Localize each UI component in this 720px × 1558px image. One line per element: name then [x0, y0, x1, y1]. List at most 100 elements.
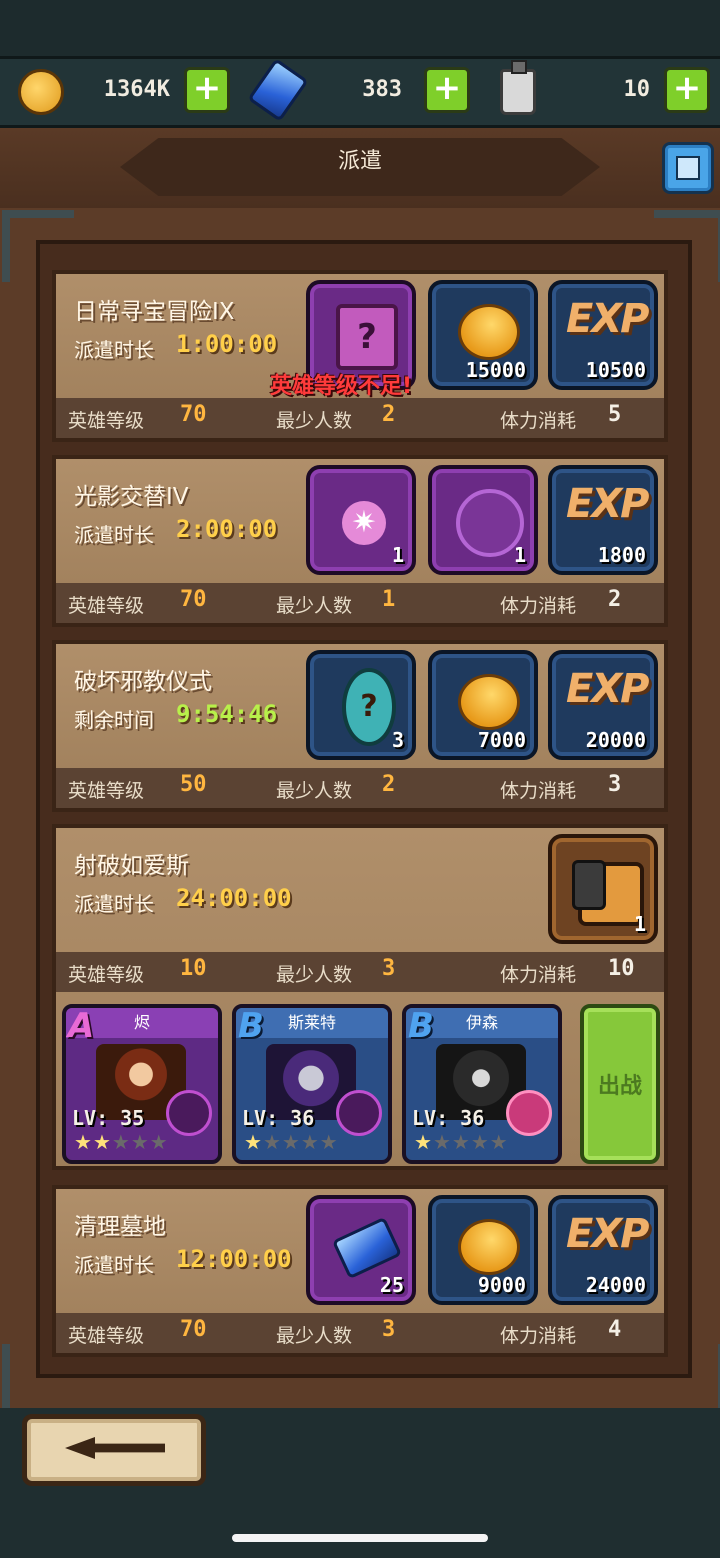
mission-stats: 英雄等级 70 最少人数 3 体力消耗 4	[56, 1313, 664, 1353]
mission-card[interactable]: 日常寻宝冒险IX 派遣时长 1:00:00 ? 15000 EXP 10500 …	[52, 270, 668, 442]
home-indicator[interactable]	[232, 1534, 488, 1542]
top-bar: 1364K + 383 + 10 +	[0, 0, 720, 128]
stamina-value: 5	[608, 402, 622, 427]
stamina-label: 体力消耗	[500, 1325, 577, 1347]
dispatch-button[interactable]: 出战	[580, 1004, 660, 1164]
duration-value: 2:00:00	[176, 515, 278, 543]
stamina-value: 10	[608, 956, 635, 981]
blue-gem-icon	[331, 1216, 403, 1280]
add-gems-button[interactable]: +	[424, 67, 470, 113]
hero-level-label: 英雄等级	[68, 1325, 145, 1347]
gold-counter: 1364K	[60, 65, 180, 119]
star-empty-icon: ★	[489, 1130, 509, 1154]
stamina-value: 4	[608, 1317, 622, 1342]
hero-card[interactable]: 烬 A LV: 35 ★★★★★	[62, 1004, 222, 1164]
min-people-value: 1	[382, 587, 396, 612]
gold-coin-icon	[458, 674, 520, 730]
hero-card[interactable]: 伊森 B LV: 36 ★★★★★	[402, 1004, 562, 1164]
mission-name: 光影交替IV	[74, 484, 189, 510]
mission-stats: 英雄等级 70 最少人数 1 体力消耗 2	[56, 583, 664, 623]
stamina-label: 体力消耗	[500, 595, 577, 617]
hero-card[interactable]: 斯莱特 B LV: 36 ★★★★★	[232, 1004, 392, 1164]
mission-card[interactable]: 破坏邪教仪式 剩余时间 9:54:46 ? 3 7000 EXP 20000 英…	[52, 640, 668, 812]
resource-strip: 1364K + 383 + 10 +	[0, 56, 720, 128]
mission-stats: 英雄等级 10 最少人数 3 体力消耗 10	[56, 952, 664, 992]
title-header: 派遣	[0, 128, 720, 208]
hero-rank: B	[238, 1006, 264, 1046]
gold-coin-icon	[18, 69, 64, 115]
min-people-value: 2	[382, 772, 396, 797]
reward-slot[interactable]: 7000	[428, 650, 538, 760]
stamina-value: 3	[608, 772, 622, 797]
hero-level-label: 英雄等级	[68, 410, 145, 432]
hero-level-label: 英雄等级	[68, 964, 145, 986]
reward-count: 24000	[585, 1273, 646, 1297]
star-empty-icon: ★	[432, 1130, 452, 1154]
duration-label: 派遣时长	[74, 892, 154, 916]
back-button[interactable]	[22, 1414, 206, 1486]
duration-label: 派遣时长	[74, 523, 154, 547]
hero-rank: A	[68, 1006, 95, 1046]
star-full-icon: ★	[92, 1130, 112, 1154]
mission-card[interactable]: 光影交替IV 派遣时长 2:00:00 ✷ 1 1 EXP 1800 英雄等级 …	[52, 455, 668, 627]
stamina-label: 体力消耗	[500, 410, 577, 432]
exp-icon: EXP	[566, 296, 649, 342]
gold-value: 1364K	[103, 77, 170, 102]
min-people-label: 最少人数	[276, 780, 353, 802]
duration-value: 24:00:00	[176, 884, 292, 912]
duration-label: 剩余时间	[74, 708, 154, 732]
reward-count: 15000	[465, 358, 526, 382]
mission-card-expanded[interactable]: 射破如爱斯 派遣时长 24:00:00 1 英雄等级 10 最少人数 3 体力消…	[52, 824, 668, 1170]
target-class-icon	[506, 1090, 552, 1136]
reward-slot[interactable]: 15000	[428, 280, 538, 390]
add-gold-button[interactable]: +	[184, 67, 230, 113]
level-warning: 英雄等级不足!	[270, 374, 413, 399]
mission-name: 清理墓地	[74, 1214, 166, 1240]
min-people-value: 2	[382, 402, 396, 427]
mission-name: 射破如爱斯	[74, 853, 189, 879]
hero-level: LV: 36	[242, 1106, 315, 1130]
info-button[interactable]	[662, 142, 714, 194]
hero-level-value: 70	[180, 1317, 207, 1342]
min-people-label: 最少人数	[276, 964, 353, 986]
mission-name: 日常寻宝冒险IX	[74, 299, 235, 325]
star-full-icon: ★	[244, 1130, 263, 1154]
mission-card[interactable]: 清理墓地 派遣时长 12:00:00 25 9000 EXP 24000 英雄等…	[52, 1185, 668, 1357]
star-empty-icon: ★	[149, 1130, 169, 1154]
reward-slot[interactable]: 25	[306, 1195, 416, 1305]
reward-slot[interactable]: ✷ 1	[306, 465, 416, 575]
add-potion-button[interactable]: +	[664, 67, 710, 113]
exp-icon: EXP	[566, 1211, 649, 1257]
reward-slot[interactable]: 9000	[428, 1195, 538, 1305]
reward-slot[interactable]: 1	[548, 834, 658, 944]
hero-level-value: 50	[180, 772, 207, 797]
duration-value: 12:00:00	[176, 1245, 292, 1273]
min-people-value: 3	[382, 1317, 396, 1342]
reward-slot[interactable]: EXP 20000	[548, 650, 658, 760]
min-people-value: 3	[382, 956, 396, 981]
page-title: 派遣	[337, 149, 382, 174]
remaining-time-value: 9:54:46	[176, 700, 278, 728]
mystery-egg-icon: ?	[342, 668, 396, 746]
reward-slot[interactable]: EXP 10500	[548, 280, 658, 390]
reward-slot[interactable]: EXP 24000	[548, 1195, 658, 1305]
mission-stats: 英雄等级 70 最少人数 2 体力消耗 5	[56, 398, 664, 438]
reward-count: 20000	[585, 728, 646, 752]
hero-level-value: 70	[180, 402, 207, 427]
hero-stars: ★★★★★	[74, 1130, 169, 1154]
dispatch-button-label: 出战	[597, 1074, 642, 1099]
reward-count: 1	[513, 543, 526, 567]
gem-value: 383	[362, 77, 402, 102]
reward-slot[interactable]: 1	[428, 465, 538, 575]
hero-level: LV: 36	[412, 1106, 485, 1130]
star-empty-icon: ★	[451, 1130, 471, 1154]
mission-stats: 英雄等级 50 最少人数 2 体力消耗 3	[56, 768, 664, 808]
duration-label: 派遣时长	[74, 1253, 154, 1277]
reward-count: 9000	[477, 1273, 526, 1297]
hero-stars: ★★★★★	[244, 1130, 339, 1154]
reward-slot[interactable]: EXP 1800	[548, 465, 658, 575]
reward-slot[interactable]: ? 3	[306, 650, 416, 760]
hero-level-label: 英雄等级	[68, 595, 145, 617]
star-empty-icon: ★	[300, 1130, 320, 1154]
duration-label: 派遣时长	[74, 338, 154, 362]
